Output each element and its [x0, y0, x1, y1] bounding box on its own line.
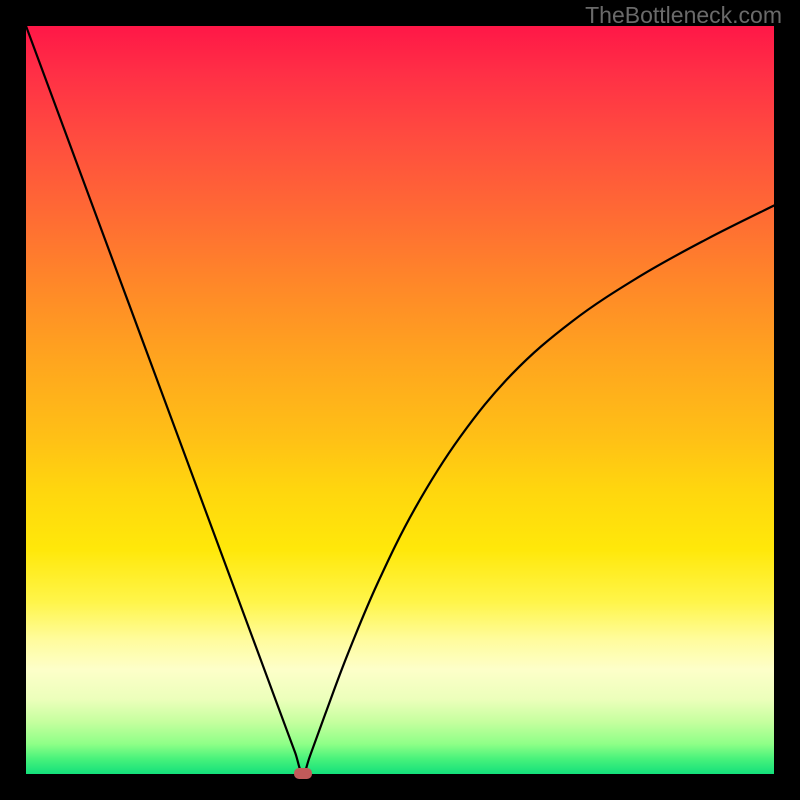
watermark-text: TheBottleneck.com	[585, 2, 782, 29]
bottleneck-curve	[26, 26, 774, 774]
chart-container: TheBottleneck.com	[0, 0, 800, 800]
plot-area	[26, 26, 774, 774]
minimum-marker	[294, 768, 312, 779]
